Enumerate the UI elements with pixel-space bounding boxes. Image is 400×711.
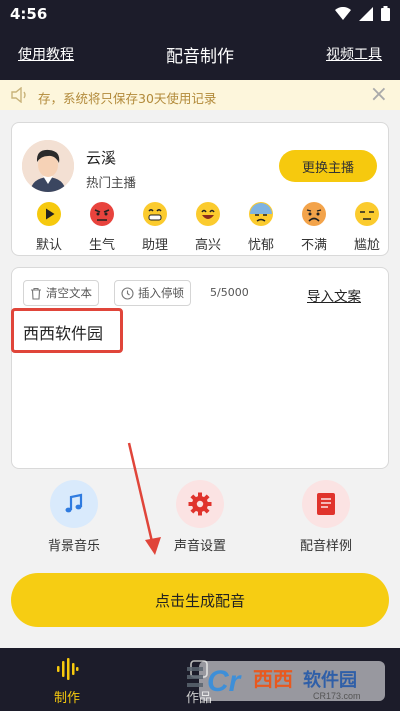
notice-banner: 存，系统将只保存30天使用记录 × (0, 80, 400, 110)
clear-text-button[interactable]: 清空文本 (23, 280, 99, 306)
tutorial-link[interactable]: 使用教程 (18, 44, 74, 64)
waveform-icon (57, 658, 79, 680)
signal-icon (359, 6, 373, 21)
anchor-card: 云溪 热门主播 更换主播 默认 生气 助理 高兴 忧郁 不满 尴尬 (11, 122, 389, 256)
emotion-label: 生气 (88, 238, 115, 253)
voice-settings-button[interactable]: 声音设置 (160, 480, 240, 554)
status-icons (335, 6, 390, 21)
emotion-label: 助理 (141, 238, 168, 253)
unamused-face-icon (355, 202, 379, 226)
speaker-icon (11, 87, 26, 103)
emotion-awkward[interactable]: 尴尬 (342, 201, 388, 253)
svg-text:软件园: 软件园 (303, 669, 357, 691)
emotion-label: 高兴 (194, 238, 221, 253)
feature-circle (176, 480, 224, 528)
feature-label: 声音设置 (173, 539, 226, 554)
feature-circle (302, 480, 350, 528)
battery-icon (381, 6, 390, 21)
import-text-link[interactable]: 导入文案 (307, 285, 361, 305)
dubbing-samples-button[interactable]: 配音样例 (286, 480, 366, 554)
emotion-label: 不满 (300, 238, 327, 253)
emotion-list: 默认 生气 助理 高兴 忧郁 不满 尴尬 (12, 201, 388, 253)
highlight-annotation (11, 308, 123, 353)
emotion-dissatisfied[interactable]: 不满 (289, 201, 339, 253)
emotion-angry[interactable]: 生气 (77, 201, 127, 253)
svg-text:Cr: Cr (207, 665, 243, 698)
char-count: 5/5000 (210, 286, 249, 299)
insert-pause-button[interactable]: 插入停顿 (114, 280, 191, 306)
emotion-label: 尴尬 (353, 238, 380, 253)
avatar[interactable] (22, 140, 74, 192)
feature-label: 配音样例 (299, 539, 352, 554)
frown-face-icon (302, 202, 326, 226)
clock-icon (121, 286, 134, 300)
clear-text-label: 清空文本 (46, 286, 92, 300)
watermark-logo: Cr 西西 软件园 CR173.com (187, 661, 385, 701)
emotion-label: 默认 (35, 238, 62, 253)
background-music-button[interactable]: 背景音乐 (34, 480, 114, 554)
notice-text: 存，系统将只保存30天使用记录 (38, 91, 217, 106)
feature-label: 背景音乐 (47, 539, 100, 554)
emotion-melancholy[interactable]: 忧郁 (236, 201, 286, 253)
trash-icon (31, 287, 41, 300)
change-anchor-button[interactable]: 更换主播 (279, 150, 377, 182)
angry-face-icon (90, 202, 114, 226)
gear-icon (188, 492, 212, 516)
video-tools-link[interactable]: 视频工具 (326, 44, 382, 64)
emotion-default[interactable]: 默认 (24, 201, 74, 253)
svg-text:西西: 西西 (253, 667, 293, 691)
emotion-happy[interactable]: 高兴 (183, 201, 233, 253)
insert-pause-label: 插入停顿 (138, 286, 184, 300)
anchor-tag: 热门主播 (86, 175, 137, 190)
book-icon (317, 493, 335, 515)
close-icon[interactable]: × (370, 84, 388, 106)
sweat-face-icon (249, 202, 273, 226)
play-icon (37, 202, 61, 226)
wifi-icon (335, 6, 351, 20)
tab-label: 制作 (53, 691, 80, 706)
anchor-name: 云溪 (86, 149, 117, 167)
generate-dubbing-button[interactable]: 点击生成配音 (11, 573, 389, 627)
status-time: 4:56 (10, 5, 48, 23)
emotion-assistant[interactable]: 助理 (130, 201, 180, 253)
top-nav-bar: 使用教程 配音制作 视频工具 (0, 28, 400, 80)
status-bar: 4:56 (0, 0, 400, 28)
feature-circle (50, 480, 98, 528)
emotion-label: 忧郁 (247, 238, 274, 253)
grin-face-icon (143, 202, 167, 226)
svg-text:CR173.com: CR173.com (313, 691, 361, 701)
tab-produce[interactable]: 制作 (50, 658, 84, 706)
text-editor-card: 清空文本 插入停顿 5/5000 导入文案 西西软件园 (11, 267, 389, 469)
happy-face-icon (196, 202, 220, 226)
music-note-icon (65, 493, 83, 513)
